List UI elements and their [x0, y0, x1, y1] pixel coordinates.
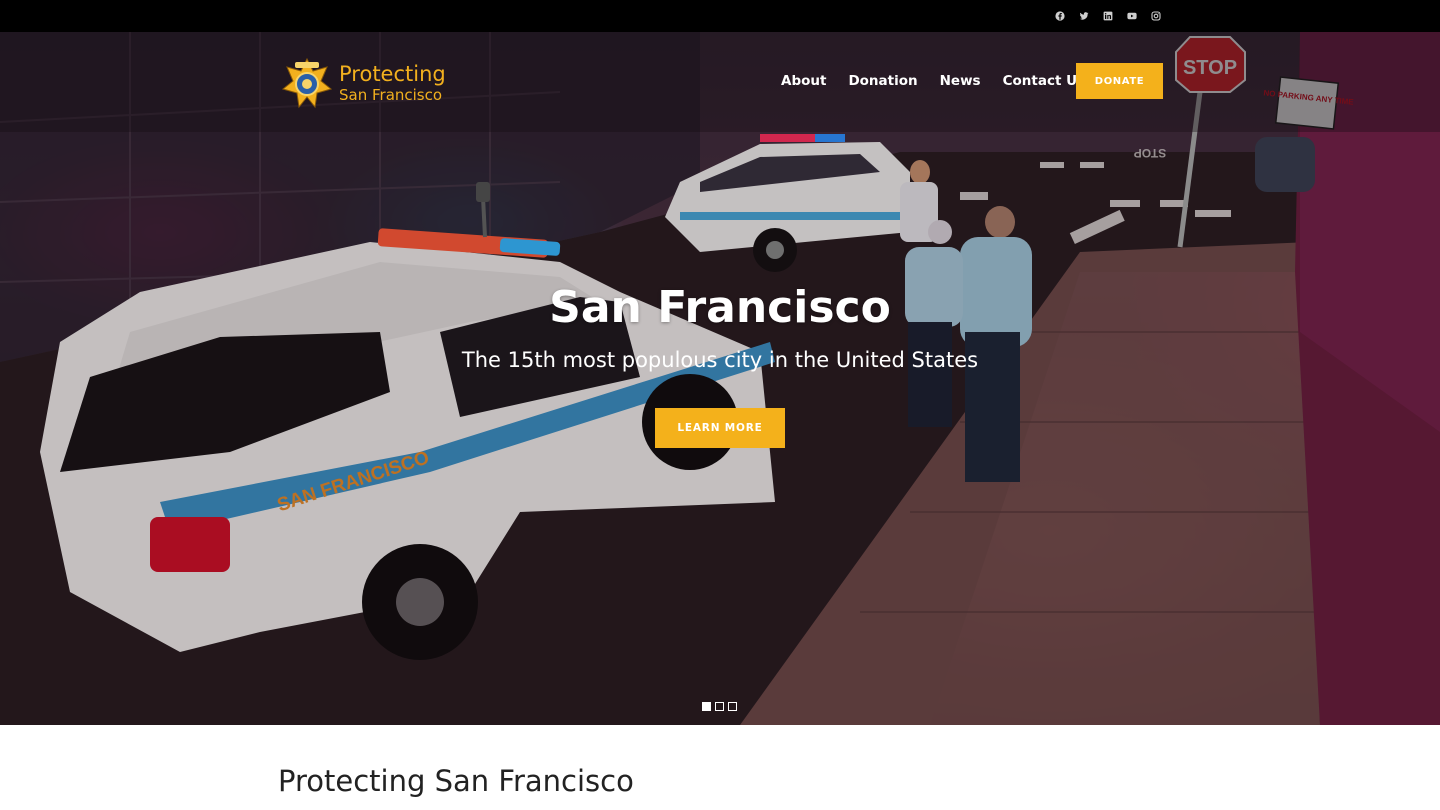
section-title: Protecting San Francisco: [278, 764, 634, 798]
main-nav: About Donation News Contact Us: [781, 73, 1107, 89]
facebook-icon[interactable]: [1055, 11, 1065, 21]
twitter-icon[interactable]: [1079, 11, 1089, 21]
site-header: Protecting San Francisco About Donation …: [0, 32, 1440, 132]
linkedin-icon[interactable]: [1103, 11, 1113, 21]
site-logo[interactable]: Protecting San Francisco: [281, 55, 451, 111]
hero-title: San Francisco: [549, 282, 891, 333]
hero-overlay: [0, 32, 1440, 725]
nav-item-about[interactable]: About: [781, 73, 826, 89]
logo-subtitle: San Francisco: [339, 85, 443, 104]
youtube-icon[interactable]: [1127, 11, 1137, 21]
top-social-bar: [0, 0, 1440, 32]
hero-subtitle: The 15th most populous city in the Unite…: [461, 348, 979, 372]
slider-pagination: [702, 702, 737, 711]
slider-dot-1[interactable]: [702, 702, 711, 711]
hero-slider: STOP NO PARKING ANY TIME SAN FRANCISCO S…: [0, 32, 1440, 725]
social-links: [1055, 11, 1161, 21]
logo-title: Protecting: [339, 61, 446, 86]
sheriff-badge-icon: [281, 57, 333, 109]
slider-dot-3[interactable]: [728, 702, 737, 711]
learn-more-button[interactable]: LEARN MORE: [655, 408, 785, 448]
slider-dot-2[interactable]: [715, 702, 724, 711]
instagram-icon[interactable]: [1151, 11, 1161, 21]
nav-item-news[interactable]: News: [940, 73, 981, 89]
nav-item-donation[interactable]: Donation: [848, 73, 917, 89]
nav-item-contact-us[interactable]: Contact Us: [1003, 73, 1086, 89]
donate-button[interactable]: DONATE: [1076, 63, 1163, 99]
